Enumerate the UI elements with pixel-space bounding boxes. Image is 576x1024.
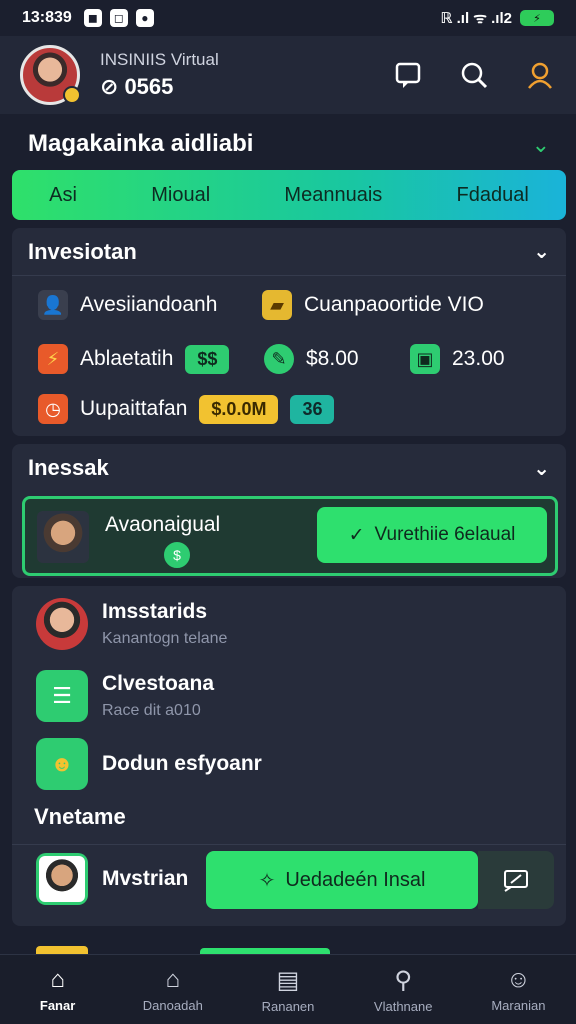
nav-label: Fanar xyxy=(39,998,76,1013)
status-icons: ◼ ◻ ● xyxy=(83,9,154,27)
user-info: INSINIIS Virtual ⊘ 0565 xyxy=(100,50,219,100)
amount-badge: $.0.0M xyxy=(199,394,279,424)
pen-icon: ✎ xyxy=(264,344,294,374)
home-icon: ⌂ xyxy=(50,966,65,993)
dollar-badge: $$ xyxy=(185,344,230,374)
user-name: INSINIIS Virtual xyxy=(100,50,219,69)
network-indicator: ℝ .ıl ᯤ .ıl2 xyxy=(440,10,512,27)
notification-icon: ◼ xyxy=(83,9,102,27)
investment-row-5[interactable]: ▣ 23.00 xyxy=(410,344,505,374)
inessak-title: Inessak xyxy=(28,455,109,480)
inessak-header[interactable]: Inessak ⌄ xyxy=(12,444,566,492)
header-actions xyxy=(392,59,556,91)
status-time: 13:839 xyxy=(22,9,72,26)
check-icon: ✓ xyxy=(348,524,365,546)
tab-asi[interactable]: Asi xyxy=(49,184,77,207)
tab-mioual[interactable]: Mioual xyxy=(151,184,210,207)
book-icon: ▤ xyxy=(276,966,300,994)
count-badge: 36 xyxy=(290,394,335,424)
cta-button[interactable]: ✧ Uedadeén Insal xyxy=(206,851,478,909)
cta-button-label: Uedadeén Insal xyxy=(285,868,426,891)
promo-name: Avaonaigual xyxy=(105,513,221,536)
coin-badge-icon xyxy=(63,86,81,104)
investment-row-label: Uupaittafan xyxy=(80,397,188,420)
investment-row-4[interactable]: ✎ $8.00 xyxy=(264,344,359,374)
nav-item-home[interactable]: ⌂ Fanar xyxy=(0,955,115,1024)
lightning-icon: ⚡ xyxy=(38,344,68,374)
list-item-title: Imsstarids xyxy=(102,600,208,623)
balance-icon: ⊘ xyxy=(100,74,119,99)
investment-title: Invesiotan xyxy=(28,238,137,264)
search-icon[interactable] xyxy=(458,59,490,91)
nav-label: Maranian xyxy=(491,998,546,1013)
investment-header[interactable]: Invesiotan ⌄ xyxy=(12,228,566,276)
message-icon: ● xyxy=(135,9,154,27)
investment-row-3[interactable]: ⚡ Ablaetatih $$ xyxy=(38,344,230,374)
monitor-icon: ▣ xyxy=(410,344,440,374)
profile-icon[interactable] xyxy=(524,59,556,91)
list-card: Imsstarids Kanantogn telane ☰ Clvestoana… xyxy=(12,586,566,926)
avatar xyxy=(36,598,88,650)
cta-name: Mvstrian xyxy=(102,867,189,890)
investment-value: 23.00 xyxy=(452,347,505,370)
avatar[interactable] xyxy=(20,45,81,105)
list-item-subtitle: Kanantogn telane xyxy=(102,630,228,647)
investment-value: $8.00 xyxy=(306,347,359,370)
database-icon: ☰ xyxy=(36,670,88,722)
battery-icon: ⚡ xyxy=(520,10,554,26)
user-icon: ☺ xyxy=(506,966,531,993)
share-icon[interactable] xyxy=(478,851,554,909)
bottom-nav: ⌂ Fanar ⌂ Danoadah ▤ Rananen ⚲ Vlathnane… xyxy=(0,954,576,1024)
search-icon: ⚲ xyxy=(394,966,412,994)
status-bar: 13:839 ◼ ◻ ● ℝ .ıl ᯤ .ıl2 ⚡ xyxy=(0,0,576,36)
character-icon: ☻ xyxy=(36,738,88,790)
tab-meannuais[interactable]: Meannuais xyxy=(284,184,382,207)
list-item-title: Clvestoana xyxy=(102,672,215,695)
app-icon: ◻ xyxy=(109,9,128,27)
list-item-title: Dodun esfyoanr xyxy=(102,752,262,775)
sparkle-icon: ✧ xyxy=(258,869,276,892)
section-label: Vnetame xyxy=(34,804,126,829)
chevron-down-icon[interactable]: ⌄ xyxy=(532,132,550,158)
person-icon: 👤 xyxy=(38,290,68,320)
nav-item-user[interactable]: ☺ Maranian xyxy=(461,955,576,1024)
investment-row-1[interactable]: 👤 Avesiiandoanh xyxy=(38,290,217,320)
bank-icon: ⌂ xyxy=(165,966,181,993)
avatar xyxy=(36,853,88,905)
promo-button[interactable]: ✓ Vurethiie 6elaual xyxy=(317,507,547,563)
tab-bar: Asi Mioual Meannuais Fdadual xyxy=(12,170,566,220)
investment-row-label: Ablaetatih xyxy=(80,347,174,370)
investment-row-2[interactable]: ▰ Cuanpaoortide VIO xyxy=(262,290,484,320)
list-item[interactable]: Mvstrian xyxy=(36,853,188,905)
promo-button-label: Vurethiie 6elaual xyxy=(374,524,516,545)
avatar xyxy=(37,511,89,563)
promo-card[interactable]: Avaonaigual $ ✓ Vurethiie 6elaual xyxy=(22,496,558,576)
chevron-down-icon[interactable]: ⌄ xyxy=(533,239,550,264)
nav-item-search[interactable]: ⚲ Vlathnane xyxy=(346,955,461,1024)
investment-row-label: Avesiiandoanh xyxy=(80,293,218,316)
list-item[interactable]: ☻ Dodun esfyoanr xyxy=(36,738,262,790)
cta-row: Mvstrian ✧ Uedadeén Insal xyxy=(12,844,566,914)
chevron-down-icon[interactable]: ⌄ xyxy=(533,456,550,481)
list-item[interactable]: Imsstarids Kanantogn telane xyxy=(36,598,227,650)
ticket-icon: ▰ xyxy=(262,290,292,320)
user-balance: ⊘ 0565 xyxy=(100,74,219,100)
balance-value: 0565 xyxy=(124,74,174,99)
chat-icon[interactable] xyxy=(392,59,424,91)
clock-icon: ◷ xyxy=(38,394,68,424)
tab-fdadual[interactable]: Fdadual xyxy=(457,184,529,207)
list-item[interactable]: ☰ Clvestoana Race dit a010 xyxy=(36,670,214,722)
promo-badge: $ xyxy=(161,539,193,571)
nav-label: Vlathnane xyxy=(373,998,433,1014)
app-header: INSINIIS Virtual ⊘ 0565 xyxy=(0,36,576,114)
investment-row-6[interactable]: ◷ Uupaittafan $.0.0M 36 xyxy=(38,394,335,424)
nav-item-book[interactable]: ▤ Rananen xyxy=(230,955,345,1024)
nav-item-bank[interactable]: ⌂ Danoadah xyxy=(115,955,230,1024)
nav-label: Rananen xyxy=(261,998,315,1014)
nav-label: Danoadah xyxy=(142,998,203,1013)
investment-row-label: Cuanpaoortide VIO xyxy=(304,293,484,316)
page-title: Magakainka aidliabi xyxy=(28,130,254,157)
status-right: ℝ .ıl ᯤ .ıl2 ⚡ xyxy=(440,8,554,28)
list-item-subtitle: Race dit a010 xyxy=(102,702,201,719)
